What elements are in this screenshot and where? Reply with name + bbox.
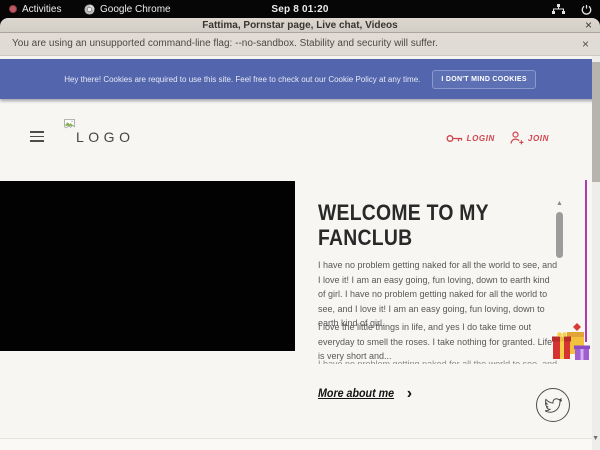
page-scroll-down-icon[interactable]: ▼ [592,435,599,442]
broken-image-icon [64,119,75,131]
more-about-me-label: More about me [318,388,394,400]
logo-label: LOGO [76,129,134,145]
screen: Activities Google Chrome Sep 8 01:20 [0,0,600,450]
window-titlebar[interactable]: Fattima, Pornstar page, Live chat, Video… [0,18,600,33]
cookie-banner: Hey there! Cookies are required to use t… [0,59,600,99]
about-heading: WELCOME TO MY FANCLUB [318,201,494,250]
chevron-right-icon: › [407,389,412,399]
key-icon [446,133,463,144]
auth-links: LOGIN JOIN [446,131,549,145]
video-player[interactable] [0,181,295,351]
clock[interactable]: Sep 8 01:20 [0,0,600,18]
window-close-icon[interactable]: × [585,18,592,32]
system-top-bar: Activities Google Chrome Sep 8 01:20 [0,0,600,18]
footer-edge [0,438,592,450]
gifts-icon[interactable] [552,320,594,370]
window-title: Fattima, Pornstar page, Live chat, Video… [0,18,600,33]
bio-scroll-up-icon[interactable]: ▲ [556,200,563,207]
about-paragraph-clipped: I have no problem getting naked for all … [318,357,558,364]
twitter-button[interactable] [536,388,570,422]
accept-cookies-button[interactable]: I DON'T MIND COOKIES [432,70,535,89]
twitter-icon [545,398,562,413]
menu-icon[interactable] [30,131,44,142]
system-tray[interactable] [552,0,592,18]
page-scrollbar-thumb[interactable] [592,62,600,182]
network-icon [552,4,565,15]
gift-string-decoration [585,180,587,342]
user-plus-icon [510,131,524,145]
warning-close-icon[interactable]: × [582,33,589,55]
more-about-me-link[interactable]: More about me › [318,388,412,400]
warning-message: You are using an unsupported command-lin… [12,33,438,55]
cookie-message: Hey there! Cookies are required to use t… [64,75,420,84]
sandbox-warning-bar: You are using an unsupported command-lin… [0,33,600,56]
join-label: JOIN [528,134,549,143]
bio-scrollbar-thumb[interactable] [556,212,563,258]
power-icon [581,4,592,15]
login-button[interactable]: LOGIN [446,133,495,144]
clock-label: Sep 8 01:20 [271,4,328,15]
site-logo[interactable]: LOGO [64,118,75,136]
login-label: LOGIN [467,134,495,143]
join-button[interactable]: JOIN [510,131,549,145]
